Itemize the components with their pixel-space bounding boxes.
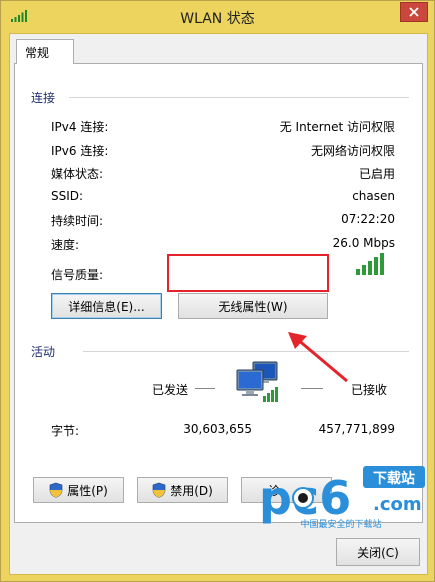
received-label: 已接收 (351, 383, 388, 397)
sent-label: 已发送 (152, 383, 189, 397)
properties-button-label: 属性(P) (67, 483, 108, 498)
tab-general[interactable]: 常规 (16, 39, 74, 64)
media-state-label: 媒体状态: (51, 167, 104, 181)
media-state-value: 已启用 (358, 167, 395, 181)
ipv6-label: IPv6 连接: (51, 144, 109, 158)
close-button[interactable]: 关闭(C) (336, 538, 420, 566)
ssid-value: chasen (352, 189, 395, 203)
duration-value: 07:22:20 (341, 212, 395, 226)
general-panel: 连接 IPv4 连接: 无 Internet 访问权限 IPv6 连接: 无网络… (14, 63, 423, 523)
speed-label: 速度: (51, 238, 80, 252)
signal-quality-icon (356, 253, 384, 275)
wlan-status-window: WLAN 状态 常规 连接 IPv4 连接: 无 Internet 访问权限 I… (0, 0, 435, 582)
disable-button[interactable]: 禁用(D) (137, 477, 228, 503)
window-title: WLAN 状态 (180, 11, 255, 27)
duration-label: 持续时间: (51, 214, 104, 228)
bytes-sent-value: 30,603,655 (183, 422, 252, 436)
activity-divider (83, 351, 409, 352)
signal-quality-label: 信号质量: (51, 268, 104, 282)
ipv4-label: IPv4 连接: (51, 120, 109, 134)
details-button[interactable]: 详细信息(E)... (51, 293, 162, 319)
pc6-watermark-logo: pc6 下载站 .com 中国最安全的下载站 (259, 466, 425, 530)
speed-value: 26.0 Mbps (332, 236, 395, 250)
uac-shield-icon (49, 482, 63, 498)
wireless-properties-button[interactable]: 无线属性(W) (178, 293, 328, 319)
received-dash (301, 388, 323, 389)
properties-button[interactable]: 属性(P) (33, 477, 124, 503)
ipv6-value: 无网络访问权限 (310, 144, 395, 158)
watermark-url: .com (373, 494, 422, 515)
annotation-arrow-icon (288, 332, 348, 383)
bytes-label: 字节: (51, 424, 80, 438)
annotation-highlight-box (167, 254, 329, 292)
ipv4-value: 无 Internet 访问权限 (279, 120, 395, 134)
uac-shield-icon (152, 482, 166, 498)
connection-divider (69, 97, 409, 98)
watermark-tag: 下载站 (373, 470, 415, 487)
window-close-button[interactable] (400, 2, 428, 22)
bytes-received-value: 457,771,899 (318, 422, 395, 436)
network-computers-icon (236, 361, 278, 402)
disable-button-label: 禁用(D) (170, 483, 213, 498)
watermark-slogan: 中国最安全的下载站 (300, 518, 381, 530)
ssid-label: SSID: (51, 189, 84, 203)
activity-heading: 活动 (31, 345, 56, 359)
connection-heading: 连接 (31, 91, 56, 105)
close-icon (409, 7, 419, 17)
sent-dash (195, 388, 215, 389)
title-bar[interactable]: WLAN 状态 (1, 1, 434, 33)
